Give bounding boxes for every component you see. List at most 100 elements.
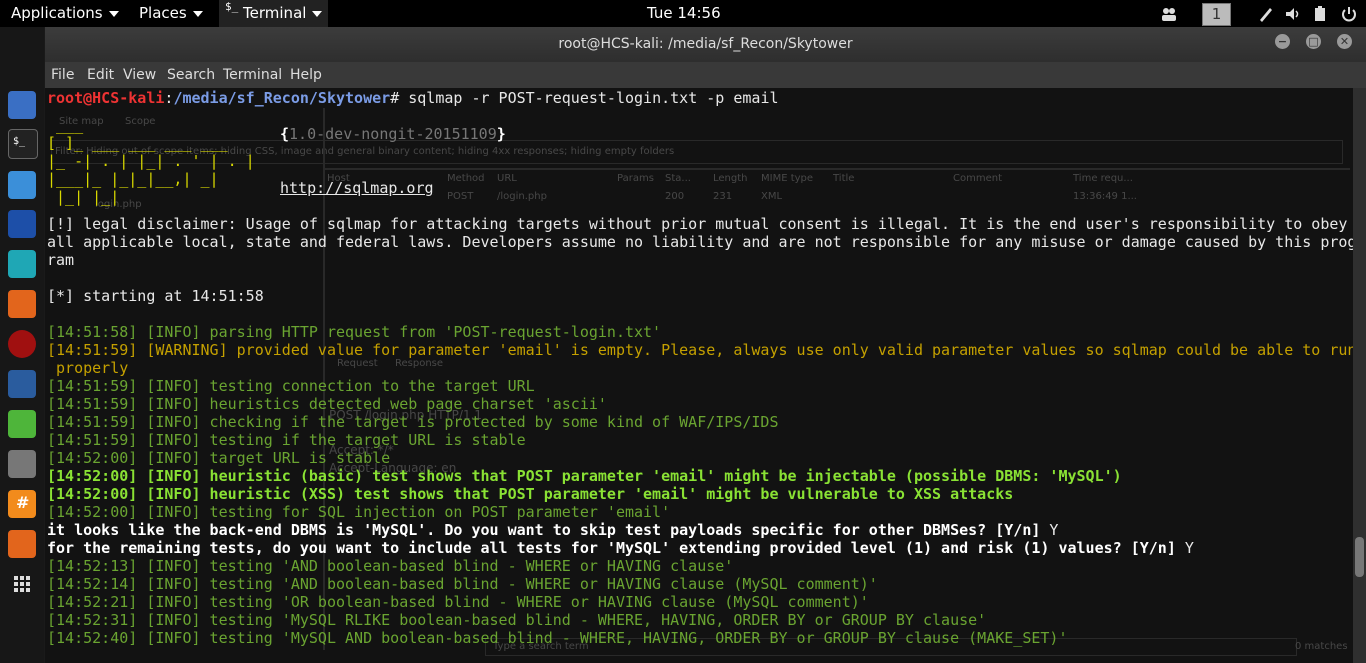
metasploit-icon[interactable] bbox=[8, 210, 36, 238]
sqlmap-logo-2: [ ]_ ___ ___ ___ ___ bbox=[47, 134, 228, 152]
top-panel: Applications Places $_ Terminal Tue 14:5… bbox=[0, 0, 1366, 27]
terminal-output[interactable]: Site map Scope Filter: Hiding out of sco… bbox=[45, 88, 1353, 663]
prompt-command: # sqlmap -r POST-request-login.txt -p em… bbox=[390, 89, 779, 107]
terminal-app-icon: $_ bbox=[225, 0, 239, 13]
question-text: it looks like the back-end DBMS is 'MySQ… bbox=[47, 521, 1041, 539]
chevron-down-icon bbox=[108, 10, 119, 17]
log-line: [14:51:59] [INFO] checking if the target… bbox=[47, 413, 779, 431]
log-line: [14:52:31] [INFO] testing 'MySQL RLIKE b… bbox=[47, 611, 987, 629]
iceweasel-icon[interactable] bbox=[8, 91, 36, 119]
warning-line: [14:51:59] [WARNING] provided value for … bbox=[47, 341, 1353, 359]
burpsuite-icon[interactable] bbox=[8, 290, 36, 318]
users-icon[interactable] bbox=[1160, 5, 1178, 23]
clock[interactable]: Tue 14:56 bbox=[647, 0, 721, 27]
question-line: for the remaining tests, do you want to … bbox=[47, 539, 1194, 557]
battery-icon[interactable] bbox=[1311, 5, 1329, 23]
match-count: 0 matches bbox=[1295, 641, 1348, 652]
row-time: 13:36:49 1... bbox=[1073, 191, 1137, 202]
starting-line: [*] starting at 14:51:58 bbox=[47, 287, 264, 305]
question-answer: Y bbox=[1175, 539, 1194, 557]
close-button[interactable]: ✕ bbox=[1337, 34, 1352, 49]
terminal-window: root@HCS-kali: /media/sf_Recon/Skytower … bbox=[45, 27, 1366, 663]
prompt-path: /media/sf_Recon/Skytower bbox=[173, 89, 391, 107]
col-time: Time requ... bbox=[1073, 173, 1133, 184]
menu-file[interactable]: File bbox=[51, 62, 74, 88]
tab-scope: Scope bbox=[125, 116, 156, 127]
col-title: Title bbox=[833, 173, 855, 184]
log-line: [14:52:14] [INFO] testing 'AND boolean-b… bbox=[47, 575, 878, 593]
hashtag-icon[interactable]: # bbox=[8, 490, 36, 518]
power-icon[interactable] bbox=[1340, 5, 1358, 23]
log-line: [14:51:58] [INFO] parsing HTTP request f… bbox=[47, 323, 662, 341]
window-title: root@HCS-kali: /media/sf_Recon/Skytower bbox=[558, 36, 853, 52]
faraday-icon[interactable] bbox=[8, 330, 36, 358]
burpsuite-running-icon[interactable] bbox=[8, 530, 36, 558]
log-line: [14:51:59] [INFO] testing if the target … bbox=[47, 431, 526, 449]
tab-response: Response bbox=[395, 358, 444, 369]
applications-label: Applications bbox=[11, 4, 103, 22]
log-line: [14:52:21] [INFO] testing 'OR boolean-ba… bbox=[47, 593, 869, 611]
window-titlebar[interactable]: root@HCS-kali: /media/sf_Recon/Skytower … bbox=[45, 27, 1366, 62]
terminal-app-menu[interactable]: $_ Terminal bbox=[219, 0, 329, 27]
sqlmap-url[interactable]: http://sqlmap.org bbox=[280, 179, 434, 197]
log-line: [14:52:00] [INFO] target URL is stable bbox=[47, 449, 391, 467]
col-url: URL bbox=[497, 173, 517, 184]
menu-edit[interactable]: Edit bbox=[87, 62, 114, 88]
col-comment: Comment bbox=[953, 173, 1002, 184]
version-text: 1.0-dev-nongit-20151109 bbox=[289, 125, 497, 143]
chevron-down-icon bbox=[312, 10, 323, 17]
prompt-line: root@HCS-kali:/media/sf_Recon/Skytower# … bbox=[47, 89, 779, 107]
pen-icon[interactable] bbox=[1257, 5, 1275, 23]
log-line: [14:51:59] [INFO] testing connection to … bbox=[47, 377, 535, 395]
row-length: 231 bbox=[713, 191, 733, 202]
row-status: 200 bbox=[665, 191, 685, 202]
sqlmap-logo-1: ___ bbox=[47, 116, 84, 134]
disclaimer-line-1: [!] legal disclaimer: Usage of sqlmap fo… bbox=[47, 215, 1348, 233]
minimize-button[interactable]: − bbox=[1275, 34, 1290, 49]
leafpad-icon[interactable] bbox=[8, 410, 36, 438]
maximize-button[interactable]: □ bbox=[1306, 34, 1321, 49]
log-line: [14:52:00] [INFO] testing for SQL inject… bbox=[47, 503, 671, 521]
menu-view[interactable]: View bbox=[123, 62, 156, 88]
cherrytree-icon[interactable] bbox=[8, 450, 36, 478]
row-method: POST bbox=[447, 191, 474, 202]
terminal-app-label: Terminal bbox=[243, 4, 307, 22]
maltego-icon[interactable] bbox=[8, 370, 36, 398]
menu-terminal[interactable]: Terminal bbox=[223, 62, 282, 88]
table-divider bbox=[323, 168, 1350, 170]
version-close-brace: } bbox=[496, 125, 506, 143]
question-text: for the remaining tests, do you want to … bbox=[47, 539, 1176, 557]
volume-icon[interactable] bbox=[1284, 5, 1302, 23]
terminal-icon[interactable]: $_ bbox=[8, 129, 38, 159]
log-line: [14:52:13] [INFO] testing 'AND boolean-b… bbox=[47, 557, 734, 575]
log-line: [14:52:40] [INFO] testing 'MySQL AND boo… bbox=[47, 629, 1068, 647]
warning-line-cont: properly bbox=[47, 359, 129, 377]
row-mime: XML bbox=[761, 191, 783, 202]
armitage-icon[interactable] bbox=[8, 250, 36, 278]
col-status: Sta... bbox=[665, 173, 691, 184]
prompt-user: root@HCS-kali bbox=[47, 89, 165, 107]
menu-search[interactable]: Search bbox=[167, 62, 215, 88]
terminal-scrollbar[interactable] bbox=[1353, 88, 1366, 663]
show-apps-icon[interactable] bbox=[8, 570, 36, 598]
tab-request: Request bbox=[337, 358, 378, 369]
workspace-indicator[interactable]: 1 bbox=[1202, 3, 1231, 26]
col-mime: MIME type bbox=[761, 173, 814, 184]
disclaimer-line-3: ram bbox=[47, 251, 75, 269]
sqlmap-logo-4: |___|_ |_|_|__,| _| bbox=[47, 170, 219, 188]
sqlmap-version: {1.0-dev-nongit-20151109} bbox=[280, 125, 506, 143]
question-answer: Y bbox=[1040, 521, 1059, 539]
places-label: Places bbox=[139, 4, 187, 22]
places-menu[interactable]: Places bbox=[139, 0, 203, 27]
col-length: Length bbox=[713, 173, 748, 184]
applications-menu[interactable]: Applications bbox=[11, 0, 119, 27]
row-url: /login.php bbox=[497, 191, 547, 202]
col-params: Params bbox=[617, 173, 654, 184]
sqlmap-logo-5: |_| |_| bbox=[47, 188, 120, 206]
scrollbar-thumb[interactable] bbox=[1355, 537, 1364, 577]
menu-help[interactable]: Help bbox=[290, 62, 322, 88]
chevron-down-icon bbox=[192, 10, 203, 17]
question-line: it looks like the back-end DBMS is 'MySQ… bbox=[47, 521, 1058, 539]
files-icon[interactable] bbox=[8, 171, 36, 199]
heuristic-line: [14:52:00] [INFO] heuristic (XSS) test s… bbox=[47, 485, 1014, 503]
